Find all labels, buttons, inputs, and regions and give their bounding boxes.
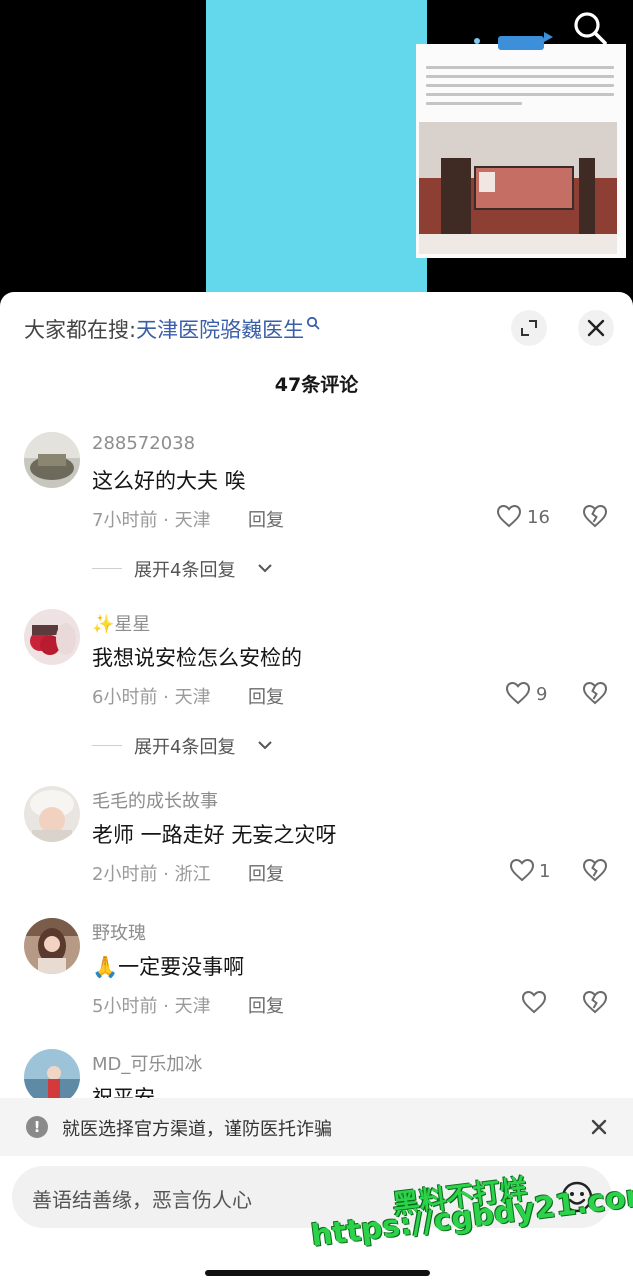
comment-input-placeholder: 善语结善缘，恶言伤人心 — [32, 1188, 252, 1212]
comment-text: 我想说安检怎么安检的 — [92, 646, 302, 670]
article-tag — [498, 36, 544, 50]
comment-text: 🙏一定要没事啊 — [92, 955, 245, 979]
comment-item: 288572038 这么好的大夫 唉 7小时前 · 天津 回复 16 — [0, 432, 633, 552]
comment-username[interactable]: 毛毛的成长故事 — [92, 787, 218, 813]
search-icon[interactable] — [306, 316, 320, 330]
article-text-line — [426, 84, 614, 87]
hot-search-prefix: 大家都在搜: — [24, 318, 137, 342]
article-tag-flag — [544, 32, 553, 42]
avatar[interactable] — [24, 1049, 80, 1105]
auditorium-photo — [419, 122, 617, 254]
expand-replies-label: 展开4条回复 — [134, 560, 236, 581]
comment-meta: 2小时前 · 浙江 — [92, 864, 211, 885]
comment-meta: 5小时前 · 天津 — [92, 996, 211, 1017]
comment-item: 野玫瑰 🙏一定要没事啊 5小时前 · 天津 回复 — [0, 918, 633, 1038]
notice-text: 就医选择官方渠道，谨防医托诈骗 — [62, 1119, 332, 1140]
heart-icon[interactable] — [509, 858, 535, 882]
like-count: 1 — [539, 861, 551, 882]
divider — [92, 568, 122, 569]
chevron-down-icon — [258, 564, 272, 573]
close-button[interactable] — [578, 310, 614, 346]
broken-heart-icon[interactable] — [582, 858, 608, 882]
comment-username[interactable]: 288572038 — [92, 433, 195, 454]
comment-item: ✨星星 我想说安检怎么安检的 6小时前 · 天津 回复 9 — [0, 609, 633, 729]
reply-button[interactable]: 回复 — [248, 860, 284, 886]
comment-username[interactable]: 野玫瑰 — [92, 919, 146, 945]
comment-item: 毛毛的成长故事 老师 一路走好 无妄之灾呀 2小时前 · 浙江 回复 1 — [0, 786, 633, 906]
home-indicator — [205, 1270, 430, 1276]
avatar[interactable] — [24, 918, 80, 974]
heart-icon[interactable] — [496, 504, 522, 528]
avatar[interactable] — [24, 786, 80, 842]
close-icon[interactable] — [588, 1116, 610, 1138]
reply-button[interactable]: 回复 — [248, 506, 284, 532]
article-text-line — [426, 66, 614, 69]
comment-username[interactable]: ✨星星 — [92, 610, 150, 636]
heart-icon[interactable] — [505, 681, 531, 705]
divider — [92, 745, 122, 746]
expand-icon — [521, 320, 537, 336]
article-text-line — [426, 93, 614, 96]
chevron-down-icon — [258, 741, 272, 750]
close-icon — [587, 319, 605, 337]
comment-username[interactable]: MD_可乐加冰 — [92, 1050, 202, 1076]
like-count: 9 — [536, 684, 548, 705]
broken-heart-icon[interactable] — [582, 681, 608, 705]
video-player[interactable] — [0, 0, 633, 300]
comment-text: 这么好的大夫 唉 — [92, 469, 246, 493]
hot-search-bar: 大家都在搜:天津医院骆巍医生 — [24, 314, 320, 344]
comment-meta: 6小时前 · 天津 — [92, 687, 211, 708]
reply-button[interactable]: 回复 — [248, 683, 284, 709]
article-text-line — [426, 102, 522, 105]
expand-replies-button[interactable]: 展开4条回复 — [92, 556, 392, 582]
hot-search-link[interactable]: 天津医院骆巍医生 — [136, 318, 304, 342]
video-frame — [206, 0, 626, 300]
safety-notice-bar: ! 就医选择官方渠道，谨防医托诈骗 — [0, 1098, 633, 1156]
search-icon[interactable] — [570, 8, 610, 48]
avatar[interactable] — [24, 432, 80, 488]
expand-button[interactable] — [511, 310, 547, 346]
comment-count-title: 47条评论 — [274, 374, 359, 396]
article-text-line — [426, 75, 614, 78]
avatar[interactable] — [24, 609, 80, 665]
expand-replies-label: 展开4条回复 — [134, 737, 236, 758]
broken-heart-icon[interactable] — [582, 504, 608, 528]
comment-meta: 7小时前 · 天津 — [92, 510, 211, 531]
broken-heart-icon[interactable] — [582, 990, 608, 1014]
decorative-dot — [474, 38, 480, 44]
heart-icon[interactable] — [521, 990, 547, 1014]
comment-text: 老师 一路走好 无妄之灾呀 — [92, 823, 337, 847]
info-icon: ! — [26, 1116, 48, 1138]
expand-replies-button[interactable]: 展开4条回复 — [92, 733, 392, 759]
like-count: 16 — [527, 507, 550, 528]
video-article-image — [416, 32, 626, 258]
reply-button[interactable]: 回复 — [248, 992, 284, 1018]
